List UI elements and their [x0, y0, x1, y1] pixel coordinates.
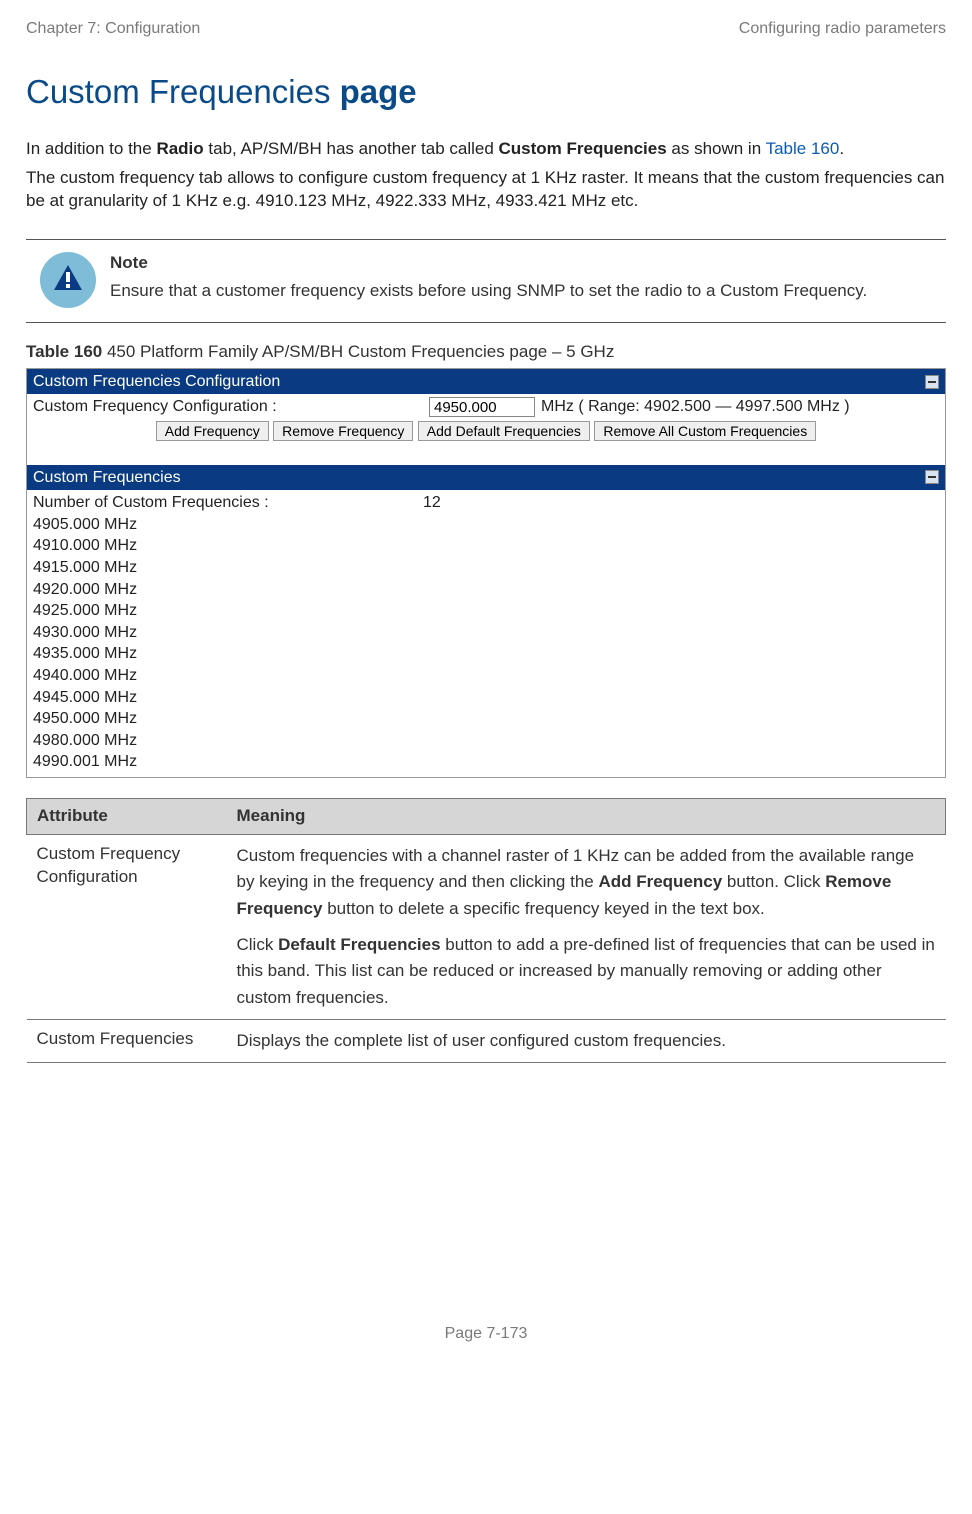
frequency-item: 4920.000 MHz	[33, 579, 939, 601]
frequency-item: 4950.000 MHz	[33, 708, 939, 730]
frequency-item: 4945.000 MHz	[33, 687, 939, 709]
note-icon-cell	[26, 240, 110, 322]
frequency-item: 4925.000 MHz	[33, 600, 939, 622]
note-text: Note Ensure that a customer frequency ex…	[110, 240, 946, 322]
range-text: MHz ( Range: 4902.500 — 4997.500 MHz )	[541, 396, 850, 418]
text-fragment: Displays the complete list of user confi…	[237, 1028, 936, 1054]
intro-paragraph-2: The custom frequency tab allows to confi…	[26, 167, 946, 213]
panel-body-config: Custom Frequency Configuration : MHz ( R…	[27, 394, 945, 446]
table-row: Custom Frequency Configuration Custom fr…	[27, 834, 946, 1019]
panel-body-list: Number of Custom Frequencies : 12 4905.0…	[27, 490, 945, 777]
page-header: Chapter 7: Configuration Configuring rad…	[26, 18, 946, 40]
panel-title: Custom Frequencies	[33, 467, 181, 489]
remove-frequency-button[interactable]: Remove Frequency	[273, 421, 413, 441]
note-body: Ensure that a customer frequency exists …	[110, 281, 867, 300]
panel-header-list: Custom Frequencies	[27, 465, 945, 491]
table-caption: Table 160 450 Platform Family AP/SM/BH C…	[26, 341, 946, 364]
col-meaning: Meaning	[227, 798, 946, 834]
frequency-item: 4915.000 MHz	[33, 557, 939, 579]
info-icon	[38, 250, 98, 310]
collapse-icon[interactable]	[925, 375, 939, 389]
attr-cell: Custom Frequencies	[27, 1019, 227, 1062]
intro-paragraph-1: In addition to the Radio tab, AP/SM/BH h…	[26, 138, 946, 161]
panel-title: Custom Frequencies Configuration	[33, 371, 280, 393]
text-bold: Default Frequencies	[278, 935, 441, 954]
text-fragment: button to delete a specific frequency ke…	[322, 899, 764, 918]
frequency-item: 4930.000 MHz	[33, 622, 939, 644]
collapse-icon[interactable]	[925, 470, 939, 484]
config-label: Custom Frequency Configuration :	[33, 396, 423, 418]
attribute-table: Attribute Meaning Custom Frequency Confi…	[26, 798, 946, 1063]
note-box: Note Ensure that a customer frequency ex…	[26, 239, 946, 323]
count-label: Number of Custom Frequencies :	[33, 492, 423, 514]
text-fragment: .	[839, 139, 844, 158]
table-header-row: Attribute Meaning	[27, 798, 946, 834]
note-label: Note	[110, 250, 942, 276]
frequency-item: 4935.000 MHz	[33, 643, 939, 665]
table-ref-link[interactable]: Table 160	[766, 139, 840, 158]
frequency-item: 4905.000 MHz	[33, 514, 939, 536]
frequency-item: 4910.000 MHz	[33, 535, 939, 557]
text-bold: Custom Frequencies	[499, 139, 667, 158]
page-footer: Page 7-173	[26, 1323, 946, 1345]
title-part1: Custom Frequencies	[26, 73, 340, 110]
header-right: Configuring radio parameters	[739, 18, 946, 40]
remove-all-frequencies-button[interactable]: Remove All Custom Frequencies	[594, 421, 816, 441]
count-value: 12	[423, 492, 441, 514]
attr-cell: Custom Frequency Configuration	[27, 834, 227, 1019]
col-attribute: Attribute	[27, 798, 227, 834]
table-row: Custom Frequencies Displays the complete…	[27, 1019, 946, 1062]
meaning-cell: Custom frequencies with a channel raster…	[227, 834, 946, 1019]
frequency-item: 4940.000 MHz	[33, 665, 939, 687]
add-default-frequencies-button[interactable]: Add Default Frequencies	[418, 421, 590, 441]
text-fragment: tab, AP/SM/BH has another tab called	[204, 139, 499, 158]
text-fragment: In addition to the	[26, 139, 156, 158]
text-bold: Radio	[156, 139, 203, 158]
text-bold: Add Frequency	[598, 872, 722, 891]
caption-number: Table 160	[26, 342, 102, 361]
panel-header-config: Custom Frequencies Configuration	[27, 369, 945, 395]
ui-screenshot: Custom Frequencies Configuration Custom …	[26, 368, 946, 778]
frequency-item: 4990.001 MHz	[33, 751, 939, 773]
text-fragment: button. Click	[722, 872, 825, 891]
page-title: Custom Frequencies page	[26, 70, 946, 115]
text-fragment: Click	[237, 935, 279, 954]
frequency-item: 4980.000 MHz	[33, 730, 939, 752]
title-part2: page	[340, 73, 417, 110]
header-left: Chapter 7: Configuration	[26, 18, 200, 40]
meaning-cell: Displays the complete list of user confi…	[227, 1019, 946, 1062]
add-frequency-button[interactable]: Add Frequency	[156, 421, 269, 441]
frequency-input[interactable]	[429, 397, 535, 417]
caption-text: 450 Platform Family AP/SM/BH Custom Freq…	[102, 342, 614, 361]
text-fragment: as shown in	[667, 139, 766, 158]
